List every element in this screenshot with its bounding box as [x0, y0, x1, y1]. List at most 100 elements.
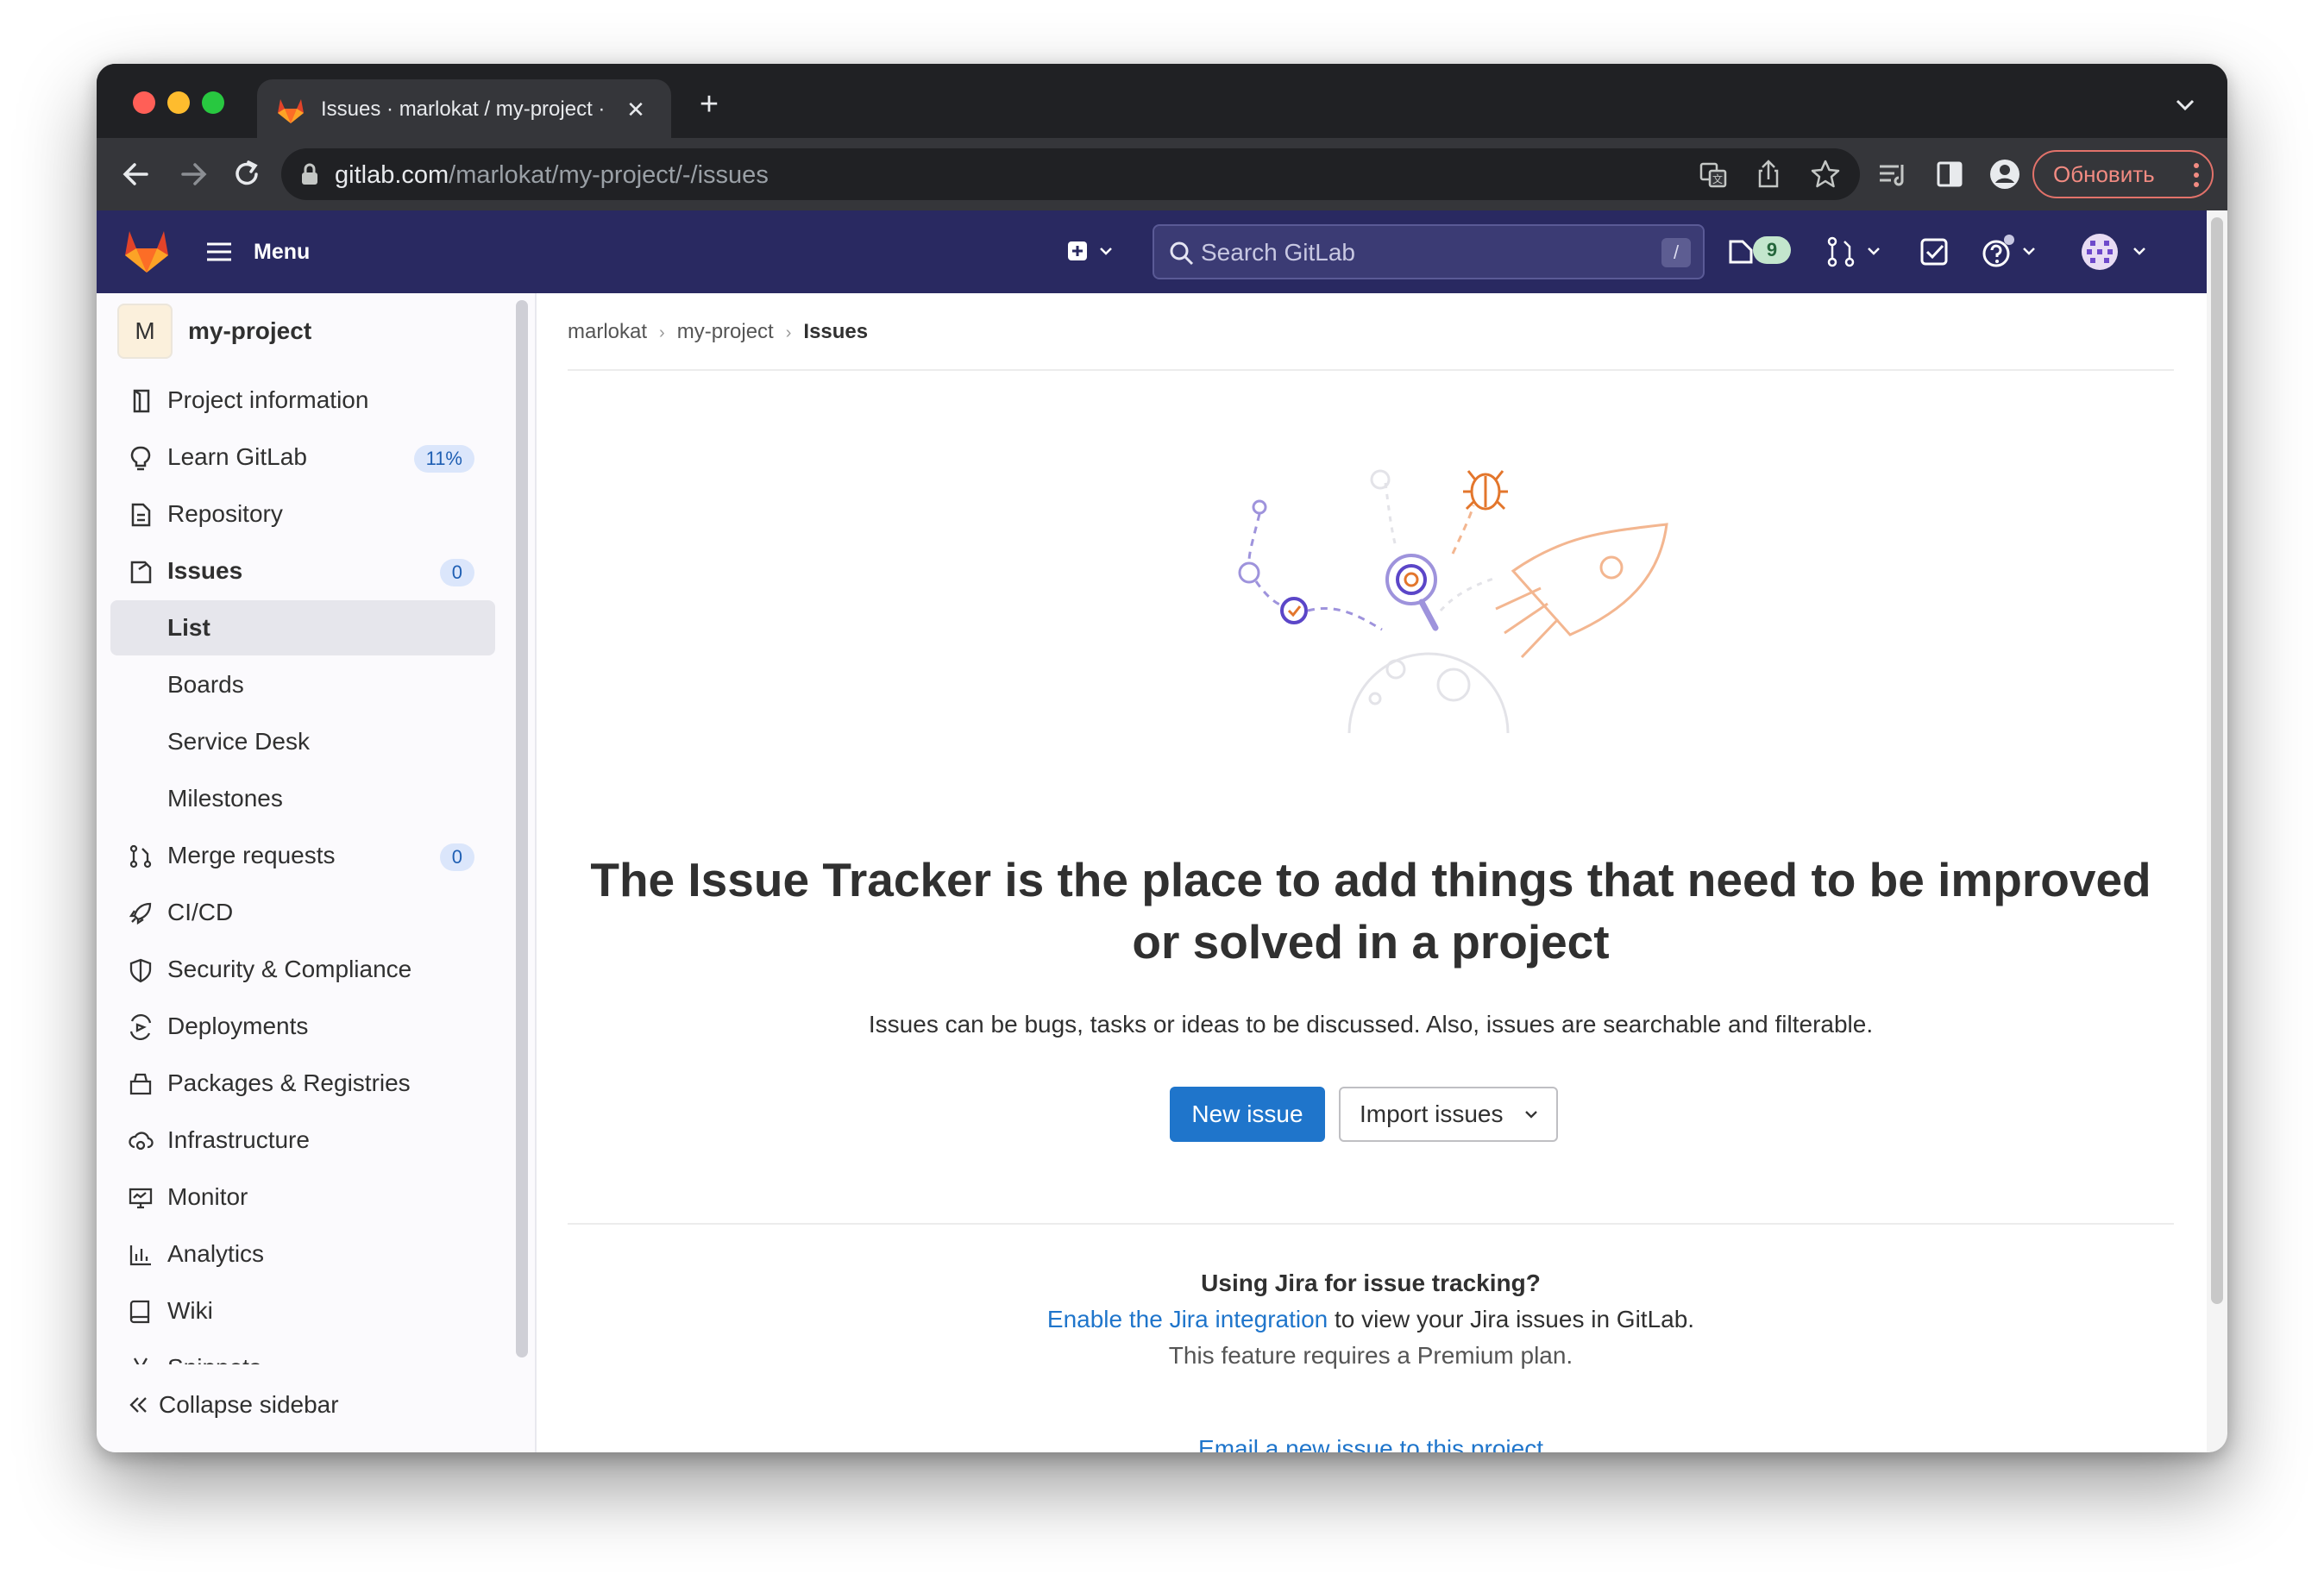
share-icon[interactable]: [1751, 157, 1786, 191]
book-icon: [129, 1300, 150, 1324]
breadcrumb-separator-icon: ›: [659, 323, 665, 342]
breadcrumb-item-user[interactable]: marlokat: [568, 319, 647, 345]
reading-list-icon[interactable]: [1875, 157, 1910, 191]
menu-button[interactable]: Menu: [205, 233, 310, 271]
address-bar[interactable]: gitlab.com/marlokat/my-project/-/issues: [281, 148, 1860, 200]
sidebar-item-merge-requests[interactable]: Merge requests 0: [110, 828, 495, 883]
document-icon: [131, 503, 151, 527]
tab-search-chevron-icon[interactable]: [2172, 93, 2198, 116]
project-name: my-project: [188, 317, 312, 344]
sidebar-item-issues-list[interactable]: List: [110, 600, 495, 655]
section-divider: [568, 1223, 2174, 1225]
project-avatar: M: [117, 304, 173, 359]
sidebar-item-milestones[interactable]: Milestones: [110, 771, 495, 826]
sidebar-item-wiki[interactable]: Wiki: [110, 1283, 495, 1339]
merge-request-icon: [129, 844, 152, 868]
more-vert-icon: [2194, 163, 2199, 187]
close-tab-icon[interactable]: ✕: [619, 93, 652, 126]
new-tab-icon[interactable]: +: [692, 88, 726, 122]
close-window-button[interactable]: [133, 91, 155, 114]
page-scrollbar[interactable]: [2207, 210, 2227, 1452]
todos-icon[interactable]: [1917, 233, 1951, 271]
issues-empty-state-illustration: [1238, 469, 1668, 733]
translate-icon[interactable]: 文: [1696, 157, 1730, 191]
merge-requests-count-badge: 0: [439, 843, 474, 871]
main-content: marlokat › my-project › Issues The Issue…: [537, 293, 2207, 1452]
package-icon: [129, 1073, 152, 1095]
issues-nav-icon[interactable]: [1727, 233, 1755, 271]
forward-icon[interactable]: [174, 155, 212, 193]
breadcrumb-item-issues[interactable]: Issues: [803, 319, 868, 345]
email-new-issue-link[interactable]: Email a new issue to this project: [568, 1433, 2174, 1452]
gitlab-logo-icon[interactable]: [122, 228, 171, 274]
project-info-icon: [133, 389, 150, 413]
empty-state-description: Issues can be bugs, tasks or ideas to be…: [868, 1011, 1874, 1038]
sidebar-scrollbar[interactable]: [516, 300, 528, 1357]
import-issues-dropdown[interactable]: Import issues: [1339, 1087, 1558, 1142]
browser-tab[interactable]: Issues · marlokat / my-project · GitLab …: [257, 79, 671, 138]
breadcrumb-separator-icon: ›: [785, 323, 792, 342]
update-browser-button[interactable]: Обновить: [2032, 150, 2214, 198]
page-scrollbar-thumb[interactable]: [2211, 217, 2223, 1304]
tab-strip: Issues · marlokat / my-project · GitLab …: [97, 64, 2227, 138]
assigned-issues-count-badge[interactable]: 9: [1753, 236, 1791, 264]
user-avatar-menu[interactable]: [2079, 233, 2157, 271]
maximize-window-button[interactable]: [202, 91, 224, 114]
sidebar-item-deployments[interactable]: Deployments: [110, 999, 495, 1054]
url-text: gitlab.com/marlokat/my-project/-/issues: [335, 161, 769, 189]
hamburger-icon: [207, 242, 231, 261]
sidebar-item-project-information[interactable]: Project information: [110, 373, 495, 428]
sidebar-item-packages-registries[interactable]: Packages & Registries: [110, 1056, 495, 1111]
sidebar-item-service-desk[interactable]: Service Desk: [110, 714, 495, 769]
gitlab-favicon-icon: [278, 99, 304, 123]
lock-icon: [302, 163, 317, 185]
sidebar-item-monitor[interactable]: Monitor: [110, 1169, 495, 1225]
sidebar-item-repository[interactable]: Repository: [110, 486, 495, 542]
new-issue-button[interactable]: New issue: [1170, 1087, 1325, 1142]
bulb-icon: [130, 446, 151, 471]
breadcrumb-item-project[interactable]: my-project: [677, 319, 774, 345]
breadcrumb-divider: [568, 369, 2174, 371]
sidebar-item-learn-gitlab[interactable]: Learn GitLab 11%: [110, 429, 495, 485]
collapse-sidebar-button[interactable]: Collapse sidebar: [97, 1364, 535, 1451]
search-shortcut-hint: /: [1661, 238, 1691, 267]
sidebar-item-security-compliance[interactable]: Security & Compliance: [110, 942, 495, 997]
gitlab-top-bar: Menu Search GitLab / 9: [97, 210, 2207, 293]
rocket-icon: [129, 902, 152, 925]
minimize-window-button[interactable]: [167, 91, 190, 114]
breadcrumb: marlokat › my-project › Issues: [568, 319, 868, 346]
browser-toolbar: gitlab.com/marlokat/my-project/-/issues …: [97, 138, 2227, 210]
issues-icon: [130, 561, 152, 584]
sidebar-item-issues[interactable]: Issues 0: [110, 543, 495, 599]
search-input[interactable]: Search GitLab /: [1153, 224, 1705, 279]
jira-question: Using Jira for issue tracking?: [1201, 1270, 1541, 1296]
create-new-icon[interactable]: [1065, 233, 1118, 271]
side-panel-icon[interactable]: [1932, 157, 1967, 191]
project-sidebar: M my-project Project information Learn G…: [97, 293, 537, 1452]
svg-text:文: 文: [1712, 172, 1723, 185]
double-chevron-left-icon: [129, 1397, 147, 1413]
page-viewport: Menu Search GitLab / 9 M my-project Proj…: [97, 210, 2227, 1452]
help-icon[interactable]: [1981, 233, 2044, 271]
empty-state-title: The Issue Tracker is the place to add th…: [590, 853, 2151, 969]
profile-icon[interactable]: [1988, 157, 2022, 191]
sidebar-item-boards[interactable]: Boards: [110, 657, 495, 712]
import-issues-label: Import issues: [1360, 1100, 1504, 1127]
chart-icon: [129, 1245, 151, 1266]
cloud-gear-icon: [129, 1132, 154, 1151]
issues-count-badge: 0: [439, 559, 474, 586]
sidebar-item-infrastructure[interactable]: Infrastructure: [110, 1113, 495, 1168]
sidebar-item-ci-cd[interactable]: CI/CD: [110, 885, 495, 940]
search-icon: [1170, 241, 1194, 266]
reload-icon[interactable]: [228, 155, 266, 193]
sidebar-item-analytics[interactable]: Analytics: [110, 1226, 495, 1282]
deployments-icon: [129, 1014, 152, 1040]
enable-jira-integration-link[interactable]: Enable the Jira integration: [1047, 1306, 1328, 1332]
monitor-icon: [129, 1188, 153, 1209]
bookmark-star-icon[interactable]: [1808, 157, 1843, 191]
menu-label: Menu: [254, 240, 311, 264]
back-icon[interactable]: [117, 155, 155, 193]
search-placeholder: Search GitLab: [1201, 239, 1355, 266]
merge-requests-nav-icon[interactable]: [1825, 233, 1887, 271]
chevron-down-icon: [1525, 1111, 1537, 1119]
